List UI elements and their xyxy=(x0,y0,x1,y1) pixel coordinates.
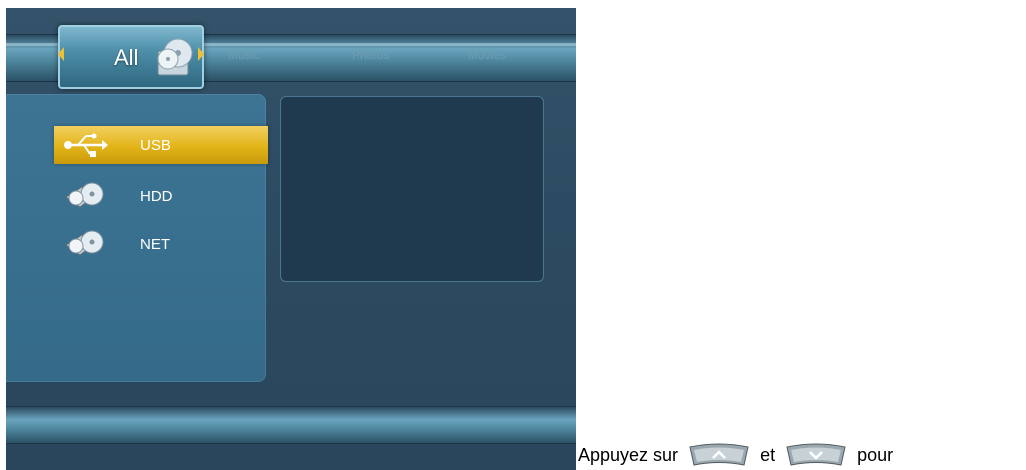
preview-panel xyxy=(280,96,544,282)
device-item-net[interactable]: NET xyxy=(54,225,268,263)
tab-music[interactable]: Music xyxy=(228,48,259,62)
tab-right-arrow-icon[interactable] xyxy=(198,47,204,61)
tab-photos[interactable]: Photos xyxy=(352,48,389,62)
device-label-net: NET xyxy=(140,236,170,253)
media-discs-icon xyxy=(157,38,193,76)
tab-left-arrow-icon[interactable] xyxy=(58,47,64,61)
device-label-usb: USB xyxy=(140,137,171,154)
device-label-hdd: HDD xyxy=(140,188,173,205)
remote-up-button-icon xyxy=(689,443,749,466)
tab-all[interactable]: All xyxy=(58,25,204,89)
disc-drive-icon xyxy=(65,182,104,208)
media-player-screen: All Music Photos Movies USB HDD NET xyxy=(6,8,576,470)
remote-down-button-icon xyxy=(786,443,846,466)
caption-text-before: Appuyez sur xyxy=(578,444,679,465)
caption-text-middle: et xyxy=(760,444,776,465)
device-item-hdd[interactable]: HDD xyxy=(54,177,268,215)
disc-drive-icon xyxy=(65,230,104,256)
tab-movies[interactable]: Movies xyxy=(468,48,506,62)
device-item-usb[interactable]: USB xyxy=(54,126,268,164)
tab-all-label: All xyxy=(114,45,139,70)
bottom-bar xyxy=(6,406,576,444)
usb-icon xyxy=(64,133,108,157)
instruction-caption: Appuyez sur et pour xyxy=(578,440,893,470)
caption-text-after: pour xyxy=(857,444,894,465)
